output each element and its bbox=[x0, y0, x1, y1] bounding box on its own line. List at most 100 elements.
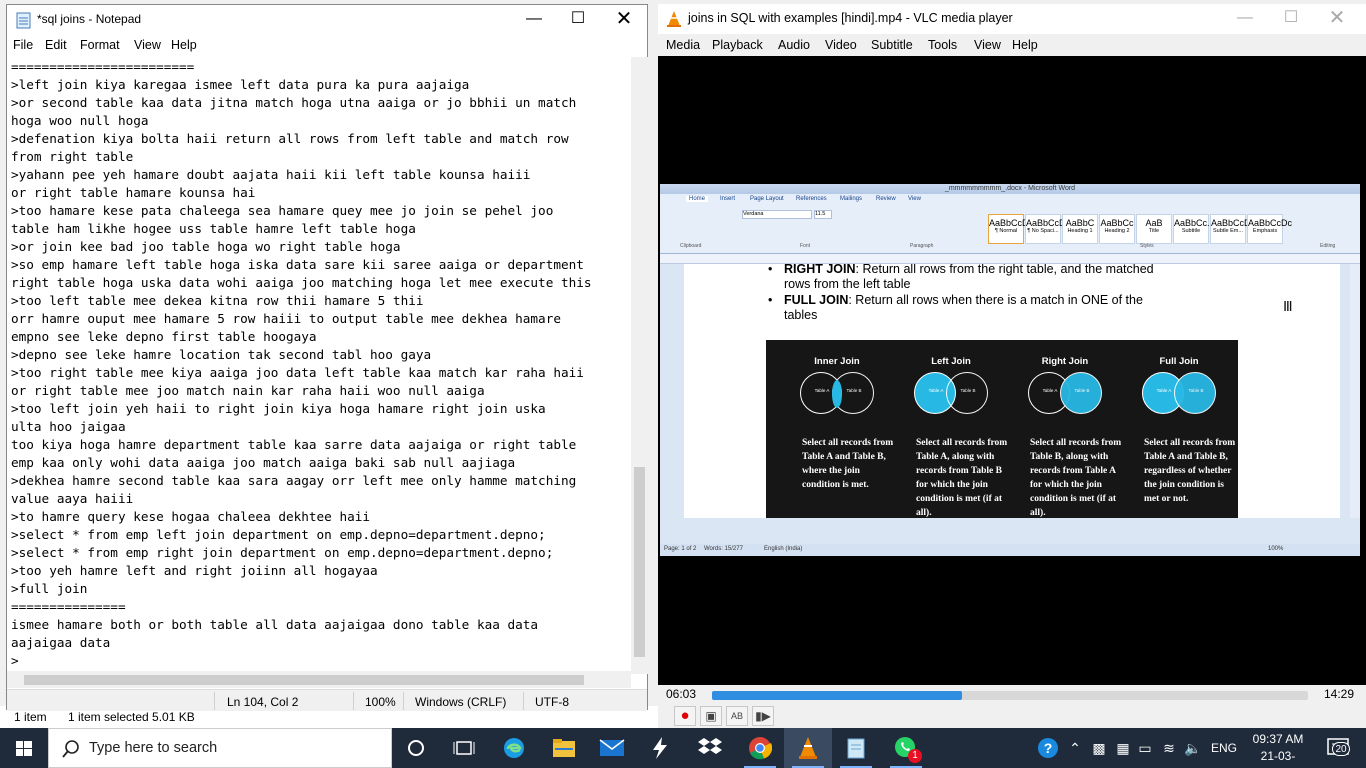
vlc-menu-help[interactable]: Help bbox=[1012, 38, 1038, 52]
taskbar: Type here to search 1 ? ⌃ ▩ ▦ ▭ ≋ 🔈 ENG … bbox=[0, 728, 1366, 768]
text-line: table ham likhe hogee uss table hamre le… bbox=[11, 221, 416, 236]
dropbox-icon bbox=[698, 738, 722, 754]
svg-text:?: ? bbox=[1044, 740, 1053, 756]
text-line: >too left table mee dekea kitna row thii… bbox=[11, 293, 424, 308]
notepad-text-area[interactable]: ======================== >left join kiya … bbox=[11, 58, 631, 674]
encoding: UTF-8 bbox=[535, 695, 569, 709]
minimize-button[interactable]: — bbox=[511, 5, 557, 35]
tray-device-icon[interactable]: ▩ bbox=[1088, 728, 1110, 768]
vlc-seek-row: 06:03 14:29 bbox=[658, 685, 1366, 705]
word-tab-layout: Page Layout bbox=[750, 196, 784, 202]
volume-icon[interactable]: 🔈 bbox=[1182, 728, 1204, 768]
taskbar-search-box[interactable]: Type here to search bbox=[48, 728, 392, 768]
whatsapp-button[interactable]: 1 bbox=[882, 728, 930, 768]
notifications-button[interactable]: 20 bbox=[1318, 728, 1358, 768]
menu-file[interactable]: File bbox=[13, 38, 33, 52]
word-scrollbar bbox=[1350, 264, 1360, 518]
menu-help[interactable]: Help bbox=[171, 38, 197, 52]
vlc-menu-view[interactable]: View bbox=[974, 38, 1001, 52]
mail-button[interactable] bbox=[588, 728, 636, 768]
word-tab-mailings: Mailings bbox=[840, 196, 863, 202]
word-style-item: AaBbCcDc ¶ No Spaci... bbox=[1025, 214, 1070, 244]
word-group-editing: Editing bbox=[1320, 243, 1336, 249]
vlc-titlebar[interactable]: joins in SQL with examples [hindi].mp4 -… bbox=[658, 4, 1366, 34]
search-icon bbox=[62, 740, 79, 758]
chrome-button[interactable] bbox=[736, 728, 784, 768]
text-line: emp kaa only wohi data aaiga joo match a… bbox=[11, 455, 516, 470]
maximize-button[interactable]: ☐ bbox=[555, 5, 601, 35]
vlc-taskbar-button[interactable] bbox=[784, 728, 832, 768]
vlc-maximize-button[interactable]: ☐ bbox=[1268, 4, 1314, 34]
video-area[interactable]: _mmmmmmmmm_.docx - Microsoft Word Home I… bbox=[658, 56, 1366, 685]
vlc-menu-playback[interactable]: Playback bbox=[712, 38, 763, 52]
app-bolt-button[interactable] bbox=[636, 728, 684, 768]
menu-view[interactable]: View bbox=[134, 38, 161, 52]
vlc-close-button[interactable]: ✕ bbox=[1314, 4, 1360, 34]
circle-table-b: Table B bbox=[946, 372, 988, 414]
time-elapsed: 06:03 bbox=[666, 687, 697, 701]
notepad-taskbar-button[interactable] bbox=[832, 728, 880, 768]
word-style-item: AaB Title bbox=[1136, 214, 1172, 244]
venn-overlap bbox=[832, 380, 842, 408]
text-line: > bbox=[11, 653, 19, 668]
task-view-button[interactable] bbox=[440, 728, 488, 768]
text-cursor-icon: Ⅲ bbox=[1283, 298, 1293, 314]
vlc-menu-video[interactable]: Video bbox=[825, 38, 857, 52]
text-line: >full join bbox=[11, 581, 88, 596]
edge-button[interactable] bbox=[490, 728, 538, 768]
show-hidden-icons-button[interactable]: ⌃ bbox=[1064, 728, 1086, 768]
venn-description: Select all records from Table A and Tabl… bbox=[1144, 438, 1236, 504]
start-button[interactable] bbox=[0, 728, 48, 768]
tray-sync-icon[interactable]: ▦ bbox=[1112, 728, 1134, 768]
venn-title: Left Join bbox=[931, 356, 971, 367]
vertical-scrollbar[interactable] bbox=[631, 57, 648, 674]
word-tab-home: Home bbox=[686, 196, 709, 202]
seek-bar[interactable] bbox=[712, 691, 1308, 700]
menu-format[interactable]: Format bbox=[80, 38, 120, 52]
help-tray-button[interactable]: ? bbox=[1034, 728, 1062, 768]
loop-ab-button[interactable]: AB bbox=[726, 706, 748, 726]
vertical-scroll-thumb[interactable] bbox=[634, 467, 645, 657]
notepad-window: *sql joins - Notepad — ☐ ✕ File Edit For… bbox=[6, 4, 648, 711]
text-line: >so emp hamare left table hoga iska data… bbox=[11, 257, 584, 272]
record-button[interactable]: ● bbox=[674, 706, 696, 726]
wifi-icon[interactable]: ≋ bbox=[1158, 728, 1180, 768]
notepad-status-bar: Ln 104, Col 2 100% Windows (CRLF) UTF-8 bbox=[7, 689, 647, 711]
cortana-icon bbox=[408, 740, 424, 756]
lightning-icon bbox=[653, 737, 667, 759]
vlc-menu-tools[interactable]: Tools bbox=[928, 38, 957, 52]
dropbox-button[interactable] bbox=[686, 728, 734, 768]
text-line: >to hamre query kese hogaa chaleea dekht… bbox=[11, 509, 371, 524]
word-font-box: Verdana bbox=[742, 210, 812, 219]
notepad-title: *sql joins - Notepad bbox=[37, 12, 142, 26]
cortana-button[interactable] bbox=[392, 728, 440, 768]
frame-step-button[interactable]: ▮▶ bbox=[752, 706, 774, 726]
snapshot-button[interactable]: ▣ bbox=[700, 706, 722, 726]
venn-description: Select all records from Table A and Tabl… bbox=[802, 438, 894, 490]
text-line: >defenation kiya bolta haii return all r… bbox=[11, 131, 569, 146]
horizontal-scrollbar[interactable] bbox=[7, 671, 631, 688]
join-diagram: Inner Join Table A Table B Select all recor… bbox=[766, 340, 1238, 518]
venn-description: Select all records from Table B, along w… bbox=[1030, 438, 1122, 518]
word-title: _mmmmmmmmm_.docx - Microsoft Word bbox=[660, 184, 1360, 194]
word-style-item: AaBbC Heading 1 bbox=[1062, 214, 1098, 244]
close-button[interactable]: ✕ bbox=[601, 5, 647, 35]
notepad-titlebar[interactable]: *sql joins - Notepad — ☐ ✕ bbox=[7, 5, 647, 35]
horizontal-scroll-thumb[interactable] bbox=[24, 675, 584, 685]
file-explorer-button[interactable] bbox=[540, 728, 588, 768]
language-indicator[interactable]: ENG bbox=[1208, 728, 1240, 768]
text-line: ulta hoo jaigaa bbox=[11, 419, 126, 434]
vlc-menu-audio[interactable]: Audio bbox=[778, 38, 810, 52]
vlc-menu-media[interactable]: Media bbox=[666, 38, 700, 52]
bullet-full-join: • FULL JOIN: Return all rows when there i… bbox=[768, 293, 1143, 322]
menu-edit[interactable]: Edit bbox=[45, 38, 67, 52]
battery-icon[interactable]: ▭ bbox=[1134, 728, 1156, 768]
clock[interactable]: 09:37 AM 21-03-2021 bbox=[1250, 731, 1306, 768]
text-line: orr hamre ouput mee hamare 5 row haiii t… bbox=[11, 311, 561, 326]
vlc-minimize-button[interactable]: — bbox=[1222, 4, 1268, 34]
text-line: from right table bbox=[11, 149, 134, 164]
text-line: >too right table mee kiya aaiga joo data… bbox=[11, 365, 584, 380]
vlc-menu-subtitle[interactable]: Subtitle bbox=[871, 38, 913, 52]
text-line: aajaigaa data bbox=[11, 635, 111, 650]
task-view-icon bbox=[453, 741, 475, 755]
